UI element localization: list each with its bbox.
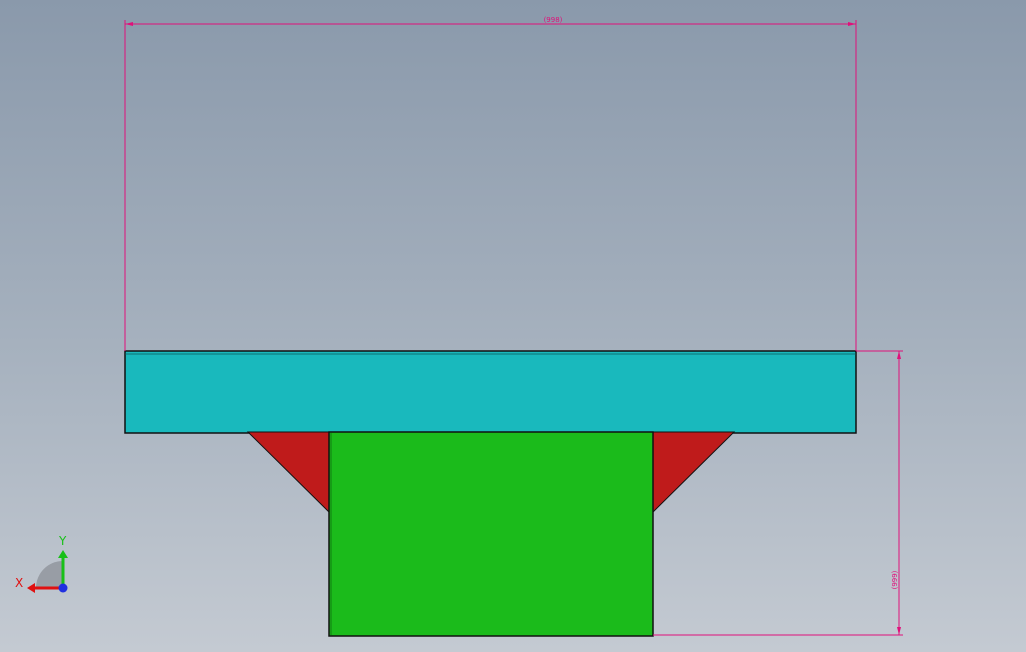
web-plate[interactable] <box>328 431 654 637</box>
height-arrow-top <box>897 351 901 359</box>
height-dimension-label[interactable]: (999) <box>891 570 899 589</box>
graphics-viewport[interactable]: (998) (999) Y X <box>0 0 1026 652</box>
coordinate-triad-icon: Y X <box>15 534 68 593</box>
width-dimension[interactable]: (998) <box>124 16 857 351</box>
web-plate-face[interactable] <box>328 431 654 637</box>
model-canvas[interactable]: (998) (999) Y X <box>0 0 1026 652</box>
width-dimension-label[interactable]: (998) <box>544 16 563 24</box>
triad-y-arrowhead <box>58 550 68 558</box>
triad-z-axis <box>58 583 68 593</box>
triad-y-label: Y <box>58 534 67 548</box>
width-arrow-left <box>125 22 133 26</box>
flange-plate-face[interactable] <box>124 350 857 434</box>
triad-plane <box>36 561 63 588</box>
height-arrow-bottom <box>897 627 901 635</box>
right-gusset[interactable] <box>651 431 736 515</box>
width-arrow-right <box>848 22 856 26</box>
triad-x-label: X <box>15 576 23 590</box>
flange-plate[interactable] <box>124 350 857 434</box>
triad-x-arrowhead <box>27 583 35 593</box>
left-gusset[interactable] <box>246 431 331 515</box>
